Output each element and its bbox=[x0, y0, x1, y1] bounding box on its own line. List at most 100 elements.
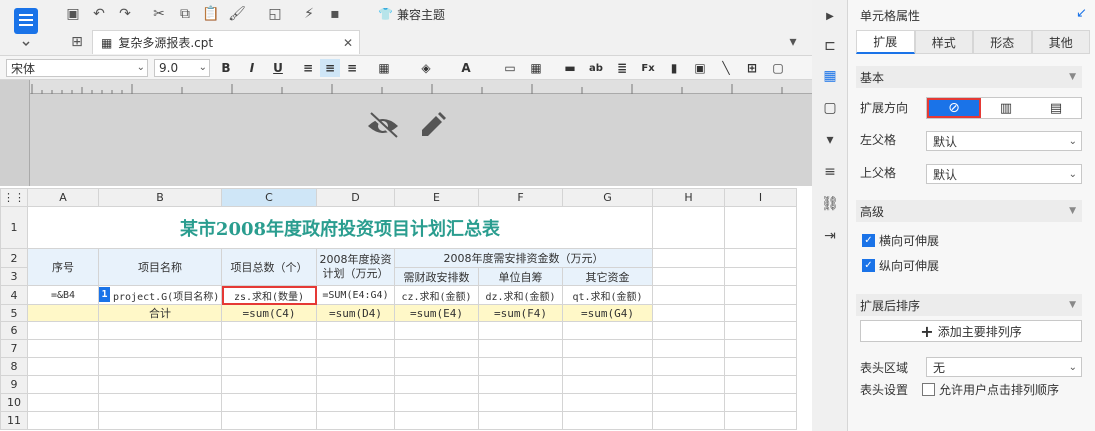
row-header[interactable]: 6 bbox=[0, 321, 28, 340]
cell[interactable] bbox=[394, 375, 479, 394]
cell[interactable] bbox=[724, 285, 797, 305]
cell[interactable] bbox=[652, 248, 725, 268]
cell-g5[interactable]: =sum(G4) bbox=[562, 304, 653, 322]
condition-icon[interactable]: ≡ bbox=[820, 162, 840, 182]
cell[interactable] bbox=[652, 321, 725, 340]
cell-e4[interactable]: cz.求和(金额) bbox=[394, 285, 479, 305]
vertical-expand-icon[interactable]: ▥ bbox=[981, 98, 1031, 118]
paste-icon[interactable]: 📋 bbox=[202, 5, 220, 23]
cell[interactable] bbox=[724, 304, 797, 322]
row-header[interactable]: 7 bbox=[0, 339, 28, 358]
cell-a4[interactable]: =&B4 bbox=[27, 285, 99, 305]
border-icon[interactable]: ▭ bbox=[500, 59, 520, 77]
allow-sort-checkbox[interactable]: 允许用户点击排列顺序 bbox=[922, 381, 1059, 398]
cell-c5[interactable]: =sum(C4) bbox=[221, 304, 317, 322]
cell[interactable] bbox=[27, 339, 99, 358]
cell[interactable] bbox=[221, 339, 317, 358]
font-family-select[interactable]: 宋体 ⌄ bbox=[6, 59, 148, 77]
add-sort-button[interactable]: + 添加主要排列序 bbox=[860, 320, 1082, 342]
col-header[interactable]: E bbox=[394, 188, 479, 207]
header-area-select[interactable]: 无 ⌄ bbox=[926, 357, 1082, 377]
cell[interactable] bbox=[316, 375, 395, 394]
row-header[interactable]: 11 bbox=[0, 411, 28, 430]
left-parent-select[interactable]: 默认 ⌄ bbox=[926, 131, 1082, 151]
cell[interactable] bbox=[562, 411, 653, 430]
align-center-icon[interactable]: ≡ bbox=[320, 59, 340, 77]
cell[interactable] bbox=[478, 375, 563, 394]
bar-chart-icon[interactable]: ▮ bbox=[664, 59, 684, 77]
row-header[interactable]: 8 bbox=[0, 357, 28, 376]
close-icon[interactable]: ✕ bbox=[343, 36, 353, 50]
cell[interactable] bbox=[221, 393, 317, 412]
cell[interactable] bbox=[98, 393, 222, 412]
formula-icon[interactable]: Fx bbox=[638, 59, 658, 77]
bold-button[interactable]: B bbox=[216, 59, 236, 77]
template-icon[interactable]: ▪ bbox=[326, 5, 344, 23]
cell[interactable] bbox=[394, 411, 479, 430]
cell[interactable] bbox=[652, 206, 725, 249]
cell[interactable] bbox=[652, 411, 725, 430]
cell[interactable] bbox=[98, 375, 222, 394]
undo-icon[interactable]: ↶ bbox=[90, 5, 108, 23]
tab-style[interactable]: 样式 bbox=[914, 30, 973, 54]
col-header[interactable]: A bbox=[27, 188, 99, 207]
cell[interactable] bbox=[98, 321, 222, 340]
cell[interactable] bbox=[27, 321, 99, 340]
import-icon[interactable]: ⇥ bbox=[820, 226, 840, 246]
row-header[interactable]: 4 bbox=[0, 285, 28, 305]
cell-g4[interactable]: qt.求和(金额) bbox=[562, 285, 653, 305]
cell[interactable] bbox=[562, 357, 653, 376]
cell-d5[interactable]: =sum(D4) bbox=[316, 304, 395, 322]
cell[interactable] bbox=[478, 411, 563, 430]
col-header[interactable]: D bbox=[316, 188, 395, 207]
col-header[interactable]: I bbox=[724, 188, 797, 207]
grid-icon[interactable]: ⊞ bbox=[742, 59, 762, 77]
collapse-arrow-icon[interactable]: ▶ bbox=[820, 6, 840, 26]
tab-document[interactable]: ▦ 复杂多源报表.cpt ✕ bbox=[92, 30, 360, 54]
cell[interactable] bbox=[394, 321, 479, 340]
col-header[interactable]: F bbox=[478, 188, 563, 207]
section-basic[interactable]: 基本 ▼ bbox=[856, 66, 1082, 88]
font-color-icon[interactable]: A bbox=[456, 59, 476, 77]
cell[interactable] bbox=[394, 393, 479, 412]
cell-b5[interactable]: 合计 bbox=[98, 304, 222, 322]
fill-color-icon[interactable]: ◈ bbox=[416, 59, 436, 77]
header-finance[interactable]: 需财政安排数 bbox=[394, 267, 479, 286]
horizontal-stretch-checkbox[interactable]: ✓ 横向可伸展 bbox=[862, 232, 939, 249]
cell[interactable] bbox=[27, 411, 99, 430]
italic-button[interactable]: I bbox=[242, 59, 262, 77]
cell[interactable] bbox=[478, 357, 563, 376]
paragraph-icon[interactable]: ≣ bbox=[612, 59, 632, 77]
cell[interactable] bbox=[724, 206, 797, 249]
cell[interactable] bbox=[652, 339, 725, 358]
align-right-icon[interactable]: ≡ bbox=[342, 59, 362, 77]
text-field-icon[interactable]: ▬ bbox=[560, 59, 580, 77]
cell[interactable] bbox=[478, 321, 563, 340]
ab-text-icon[interactable]: ab bbox=[586, 59, 606, 77]
row-header[interactable]: 5 bbox=[0, 304, 28, 322]
grid-view-icon[interactable]: ⊞ bbox=[68, 33, 86, 51]
row-header[interactable]: 2 bbox=[0, 248, 28, 268]
col-header[interactable]: B bbox=[98, 188, 222, 207]
cell[interactable] bbox=[478, 339, 563, 358]
cell[interactable] bbox=[562, 375, 653, 394]
cell[interactable] bbox=[394, 357, 479, 376]
report-title[interactable]: 某市2008年度政府投资项目计划汇总表 bbox=[27, 206, 653, 249]
image-icon[interactable]: ▣ bbox=[690, 59, 710, 77]
cut-icon[interactable]: ✂ bbox=[150, 5, 168, 23]
cell[interactable] bbox=[652, 285, 725, 305]
cell-attr-icon[interactable]: ▦ bbox=[820, 66, 840, 86]
header-other-fund[interactable]: 其它资金 bbox=[562, 267, 653, 286]
header-project-name[interactable]: 项目名称 bbox=[98, 248, 222, 286]
copy-icon[interactable]: ⧉ bbox=[176, 5, 194, 23]
cell-b4[interactable]: 1 project.G(项目名称) bbox=[98, 285, 222, 305]
select-all-corner[interactable]: ⋮⋮ bbox=[0, 188, 28, 207]
cell[interactable] bbox=[394, 339, 479, 358]
cell[interactable] bbox=[98, 339, 222, 358]
cell[interactable] bbox=[316, 411, 395, 430]
section-advanced[interactable]: 高级 ▼ bbox=[856, 200, 1082, 222]
cell[interactable] bbox=[316, 339, 395, 358]
col-header[interactable]: G bbox=[562, 188, 653, 207]
tab-expand[interactable]: 扩展 bbox=[856, 30, 915, 54]
header-fund[interactable]: 2008年度需安排资金数（万元） bbox=[394, 248, 653, 268]
